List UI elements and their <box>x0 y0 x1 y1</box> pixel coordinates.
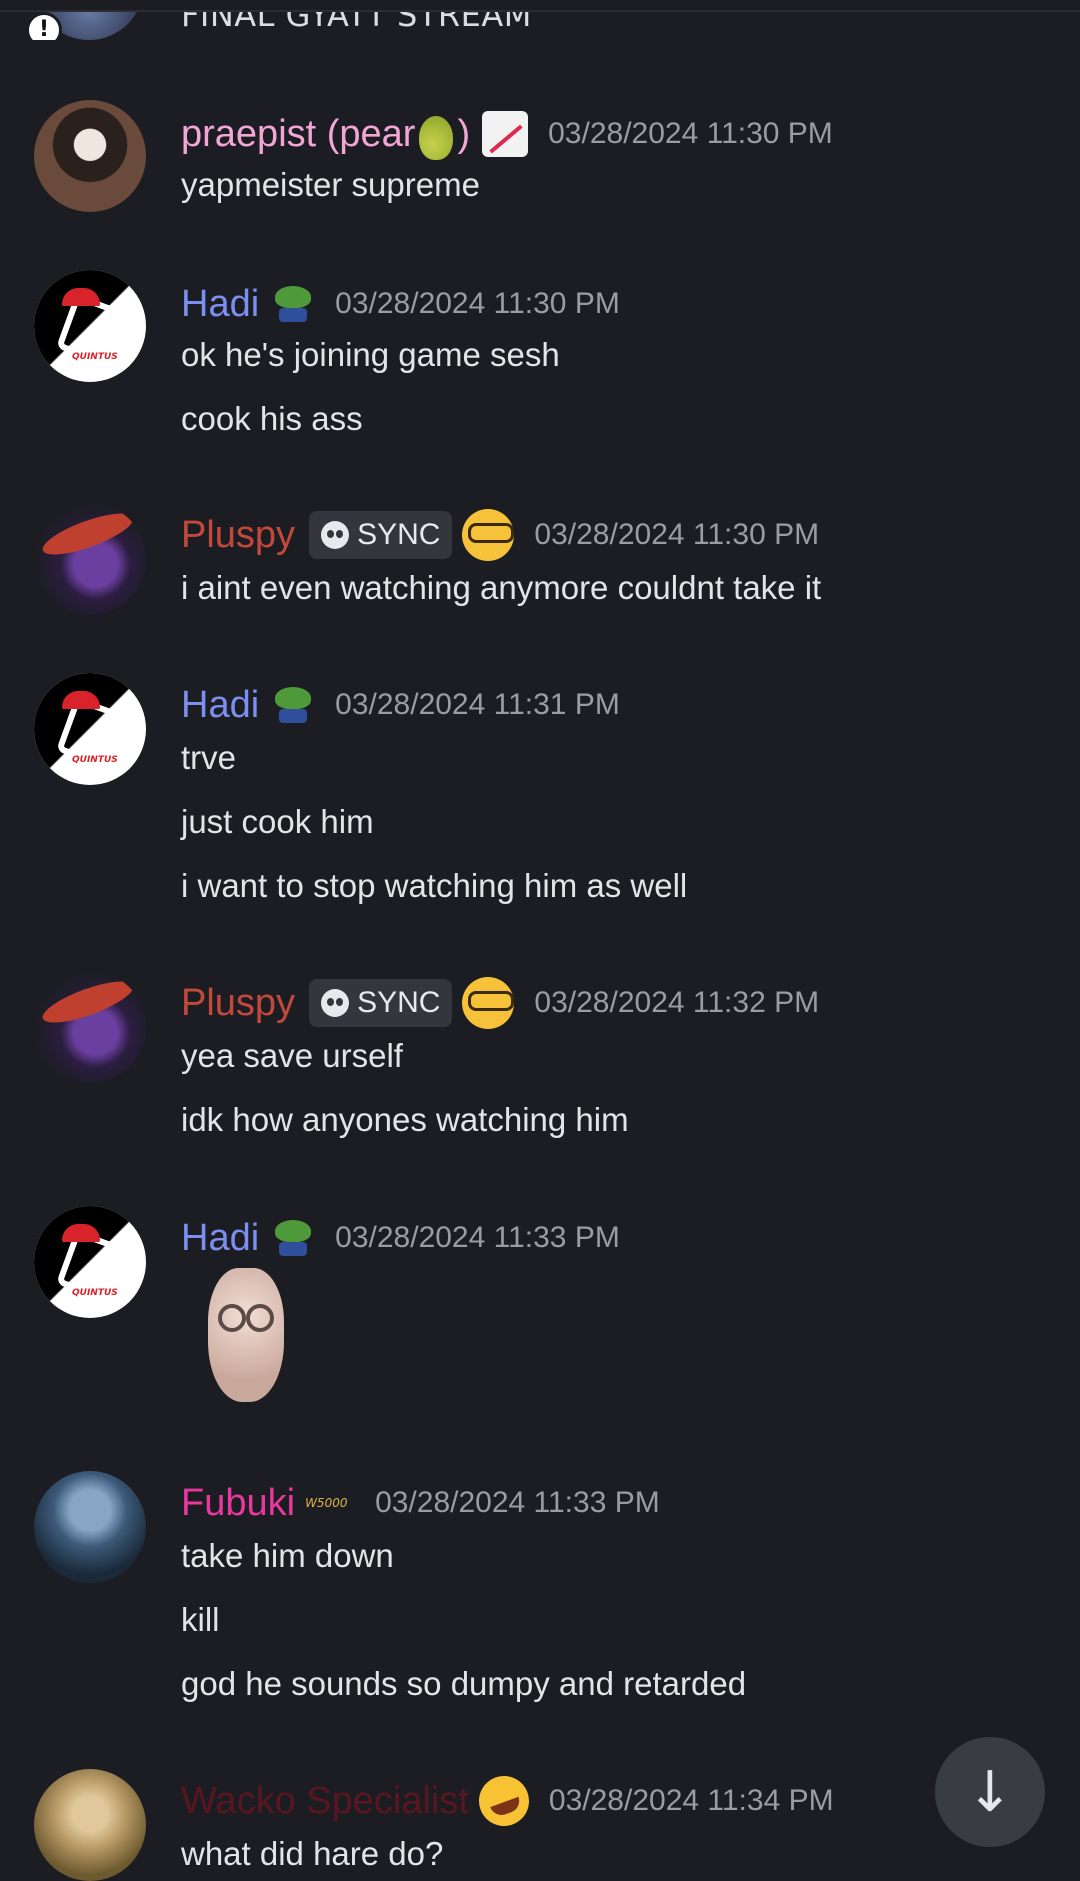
role-tag-label: SYNC <box>357 986 441 1019</box>
avatar[interactable] <box>34 100 146 212</box>
message-header: Hadi 03/28/2024 11:33 PM <box>181 1214 620 1262</box>
avatar[interactable] <box>34 971 146 1083</box>
avatar[interactable]: QUINTUS <box>34 1206 146 1318</box>
timestamp: 03/28/2024 11:30 PM <box>548 117 833 150</box>
username[interactable]: Fubuki <box>181 1482 295 1525</box>
username-suffix: ) <box>457 112 471 155</box>
frog-emoji-icon <box>271 683 315 727</box>
chart-increasing-emoji-icon <box>482 111 529 157</box>
message-header: Hadi 03/28/2024 11:31 PM <box>181 681 620 729</box>
message-header: Pluspy SYNC 03/28/2024 11:32 PM <box>181 977 820 1029</box>
user-badge: W5000 <box>305 1496 348 1510</box>
rolling-laughing-emoji-icon <box>471 1768 536 1834</box>
skull-sticker-image[interactable] <box>208 1268 284 1402</box>
message-text: ok he's joining game sesh <box>181 336 560 373</box>
message-text: yapmeister supreme <box>181 166 480 203</box>
message-text: kill <box>181 1601 220 1638</box>
jump-to-bottom-button[interactable]: ↓ <box>935 1737 1045 1847</box>
message-header: Fubuki W5000 03/28/2024 11:33 PM <box>181 1479 660 1527</box>
message-text: idk how anyones watching him <box>181 1101 629 1138</box>
avatar[interactable] <box>34 503 146 615</box>
arrow-down-icon: ↓ <box>966 1760 1014 1825</box>
timestamp: 03/28/2024 11:32 PM <box>534 986 820 1019</box>
avatar-brand-text: QUINTUS <box>72 352 118 362</box>
message-header: Wacko Specialist 03/28/2024 11:34 PM <box>181 1768 834 1834</box>
skull-icon <box>321 521 350 549</box>
message-header: praepist (pear ) 03/28/2024 11:30 PM <box>181 110 833 160</box>
message-text: i aint even watching anymore couldnt tak… <box>181 569 822 606</box>
message-text: what did hare do? <box>181 1835 444 1872</box>
pear-emoji-icon <box>419 116 454 160</box>
frog-emoji-icon <box>271 282 315 326</box>
timestamp: 03/28/2024 11:31 PM <box>335 688 620 721</box>
username[interactable]: Pluspy <box>181 982 295 1025</box>
message-header: Hadi 03/28/2024 11:30 PM <box>181 280 620 328</box>
skull-icon <box>321 989 350 1017</box>
nerd-face-emoji-icon <box>462 977 515 1029</box>
message-text: just cook him <box>181 803 374 840</box>
username[interactable]: Wacko Specialist <box>181 1780 469 1823</box>
timestamp: 03/28/2024 11:33 PM <box>375 1486 660 1519</box>
timestamp: 03/28/2024 11:34 PM <box>548 1784 834 1817</box>
role-tag-label: SYNC <box>357 518 441 551</box>
avatar[interactable] <box>34 1471 146 1583</box>
message-text: cook his ass <box>181 400 363 437</box>
avatar[interactable]: QUINTUS <box>34 673 146 785</box>
username[interactable]: Hadi <box>181 1217 259 1260</box>
role-tag[interactable]: SYNC <box>309 979 453 1027</box>
username[interactable]: Pluspy <box>181 514 295 557</box>
message-header: Pluspy SYNC 03/28/2024 11:30 PM <box>181 509 820 561</box>
avatar-brand-text: QUINTUS <box>72 755 118 765</box>
message-text: i want to stop watching him as well <box>181 867 688 904</box>
top-divider <box>0 0 1080 12</box>
avatar[interactable] <box>34 1769 146 1881</box>
alert-icon: ! <box>26 12 62 40</box>
message-text: trve <box>181 739 237 776</box>
timestamp: 03/28/2024 11:30 PM <box>335 287 620 320</box>
message-text: yea save urself <box>181 1037 403 1074</box>
username[interactable]: Hadi <box>181 684 259 727</box>
message-text: god he sounds so dumpy and retarded <box>181 1665 747 1702</box>
avatar-brand-text: QUINTUS <box>72 1288 118 1298</box>
timestamp: 03/28/2024 11:30 PM <box>534 518 820 551</box>
frog-emoji-icon <box>271 1216 315 1260</box>
role-tag[interactable]: SYNC <box>309 511 453 559</box>
username[interactable]: Hadi <box>181 283 259 326</box>
timestamp: 03/28/2024 11:33 PM <box>335 1221 620 1254</box>
nerd-face-emoji-icon <box>462 509 515 561</box>
username[interactable]: praepist (pear <box>181 113 415 156</box>
avatar[interactable]: QUINTUS <box>34 270 146 382</box>
message-text: take him down <box>181 1537 394 1574</box>
